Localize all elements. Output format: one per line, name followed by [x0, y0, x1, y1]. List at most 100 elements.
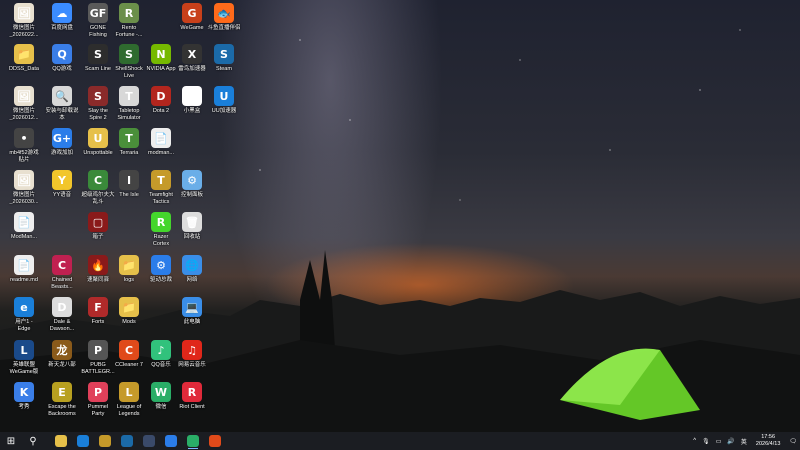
taskbar: ⊞ ⚲ ^ 🎙 ▭ 🔊 英 17:56 2026/4/13 🗨 — [0, 432, 800, 450]
desktop-icon[interactable]: G+ 游戏加加 — [44, 128, 80, 157]
app-icon: R — [151, 212, 171, 232]
app-icon: T — [151, 170, 171, 190]
edge-icon — [77, 435, 89, 447]
desktop-icon-label: 控制面板 — [180, 192, 203, 198]
start-button[interactable]: ⊞ — [0, 432, 22, 450]
desktop-icon[interactable]: 🖼 微信图片 _2026012... — [6, 86, 42, 122]
microphone-icon[interactable]: 🎙 — [702, 438, 710, 445]
desktop-icon[interactable]: R Rento Fortune -... — [111, 3, 147, 39]
desktop-icon-label: Rento Fortune -... — [115, 25, 143, 38]
desktop-icon[interactable]: L League of Legends — [111, 382, 147, 418]
taskbar-pinned-apps — [50, 432, 226, 450]
app-icon: GF — [88, 3, 108, 23]
app-icon: 📄 — [14, 212, 34, 232]
notification-center-icon[interactable]: 🗨 — [789, 438, 797, 445]
app-icon: 📄 — [14, 255, 34, 275]
desktop-icon[interactable]: e 用户1 - Edge — [6, 297, 42, 333]
desktop-icon-label: 箱子 — [92, 234, 104, 240]
windows-start-icon: ⊞ — [6, 435, 16, 447]
volume-icon[interactable]: 🔊 — [727, 438, 734, 445]
desktop-icon-label: modman... — [148, 150, 174, 156]
app-icon: C — [52, 255, 72, 275]
app-icon: G — [182, 3, 202, 23]
app-icon: ♫ — [182, 340, 202, 360]
app-icon: ⚙ — [151, 255, 171, 275]
taskbar-app-edge[interactable] — [72, 432, 94, 450]
app-icon: D — [52, 297, 72, 317]
app-icon: 📄 — [151, 128, 171, 148]
desktop-icon[interactable]: 📁 DDSS_Data — [6, 44, 42, 73]
app-icon: ♪ — [151, 340, 171, 360]
app-icon: C — [88, 170, 108, 190]
app-icon: D — [151, 86, 171, 106]
taskbar-app-steam[interactable] — [116, 432, 138, 450]
desktop-icon-label: Riot Client — [179, 404, 205, 410]
app-icon: H — [182, 86, 202, 106]
app-icon: Y — [52, 170, 72, 190]
taskbar-app-game[interactable] — [94, 432, 116, 450]
clock-date: 2026/4/13 — [755, 441, 781, 447]
desktop-icon[interactable]: Y YY语音 — [44, 170, 80, 199]
tray-overflow-chevron-icon[interactable]: ^ — [693, 438, 696, 444]
desktop-icon[interactable]: 🖼 微信图片 _2026030... — [6, 170, 42, 206]
network-icon[interactable]: ▭ — [716, 438, 722, 445]
app-icon: T — [119, 128, 139, 148]
desktop-icon[interactable]: S ShellShock Live — [111, 44, 147, 80]
desktop-icon[interactable]: 📄 modman... — [143, 128, 179, 157]
app-icon: G+ — [52, 128, 72, 148]
wechat-icon — [187, 435, 199, 447]
app-icon: 🔥 — [88, 255, 108, 275]
taskbar-app-app[interactable] — [138, 432, 160, 450]
desktop-icon[interactable]: 📄 readme.md — [6, 255, 42, 284]
desktop-icon[interactable]: S Steam — [206, 44, 242, 73]
desktop-icon[interactable]: E Escape the Backrooms — [44, 382, 80, 418]
desktop-icon[interactable]: Q QQ游戏 — [44, 44, 80, 73]
app-icon: F — [88, 297, 108, 317]
app-icon: 💻 — [182, 297, 202, 317]
app-icon: L — [14, 340, 34, 360]
app-icon: 🌐 — [182, 255, 202, 275]
desktop-icon[interactable]: 🌐 网络 — [174, 255, 210, 284]
desktop-icon[interactable]: 🗑 回收站 — [174, 212, 210, 241]
desktop-icon[interactable]: ▢ 箱子 — [80, 212, 116, 241]
app-icon: ▢ — [88, 212, 108, 232]
desktop-icon[interactable]: 📄 ModMan... — [6, 212, 42, 241]
taskbar-app-file-explorer[interactable] — [50, 432, 72, 450]
desktop-icon[interactable]: ⚙ 控制面板 — [174, 170, 210, 199]
desktop-icon[interactable]: C Chained Beasts... — [44, 255, 80, 291]
search-button[interactable]: ⚲ — [22, 432, 44, 450]
clock[interactable]: 17:56 2026/4/13 — [756, 434, 780, 448]
desktop-icon[interactable]: 📁 Mods — [111, 297, 147, 326]
desktop-icon[interactable]: U UU加速器 — [206, 86, 242, 115]
desktop-icon[interactable]: 💻 此电脑 — [174, 297, 210, 326]
app-icon: X — [182, 44, 202, 64]
app-icon: 📁 — [119, 297, 139, 317]
taskbar-app-qq[interactable] — [204, 432, 226, 450]
steam-icon — [121, 435, 133, 447]
app-icon: K — [14, 382, 34, 402]
desktop: 🖼 微信图片 _2026022... ☁ 百度网盘 GF GONE Fishing R Ren… — [0, 0, 800, 432]
app-icon: C — [119, 340, 139, 360]
app-icon: L — [119, 382, 139, 402]
desktop-icon[interactable]: L 英雄联盟 WeGame版 — [6, 340, 42, 376]
desktop-icon[interactable]: 🖼 微信图片 _2026022... — [6, 3, 42, 39]
app-icon: E — [52, 382, 72, 402]
desktop-icon[interactable]: R Riot Client — [174, 382, 210, 411]
desktop-icon[interactable]: • mb4f52游戏 贴片 — [6, 128, 42, 164]
desktop-icon[interactable]: 🔍 安装与卸载说 本 — [44, 86, 80, 122]
desktop-icon-label: UU加速器 — [211, 108, 237, 114]
desktop-icon[interactable]: ♫ 网易云音乐 — [174, 340, 210, 369]
input-language-indicator[interactable]: 英 — [741, 437, 747, 446]
desktop-icon[interactable]: K 考秀 — [6, 382, 42, 411]
taskbar-app-wechat[interactable] — [182, 432, 204, 450]
desktop-icon[interactable]: D Dale & Dawson... — [44, 297, 80, 333]
desktop-icon[interactable]: T Tabletop Simulator — [111, 86, 147, 122]
desktop-icon[interactable]: 龙新天龙八部 — [44, 340, 80, 369]
app-icon: S — [119, 44, 139, 64]
desktop-icon-label: Steam — [216, 66, 232, 72]
app-icon: e — [14, 297, 34, 317]
desktop-icon[interactable]: 🐟 斗鱼直播伴侣 — [206, 3, 242, 32]
app-icon: ☁ — [52, 3, 72, 23]
taskbar-app-pc[interactable] — [160, 432, 182, 450]
desktop-icon[interactable]: ☁ 百度网盘 — [44, 3, 80, 32]
